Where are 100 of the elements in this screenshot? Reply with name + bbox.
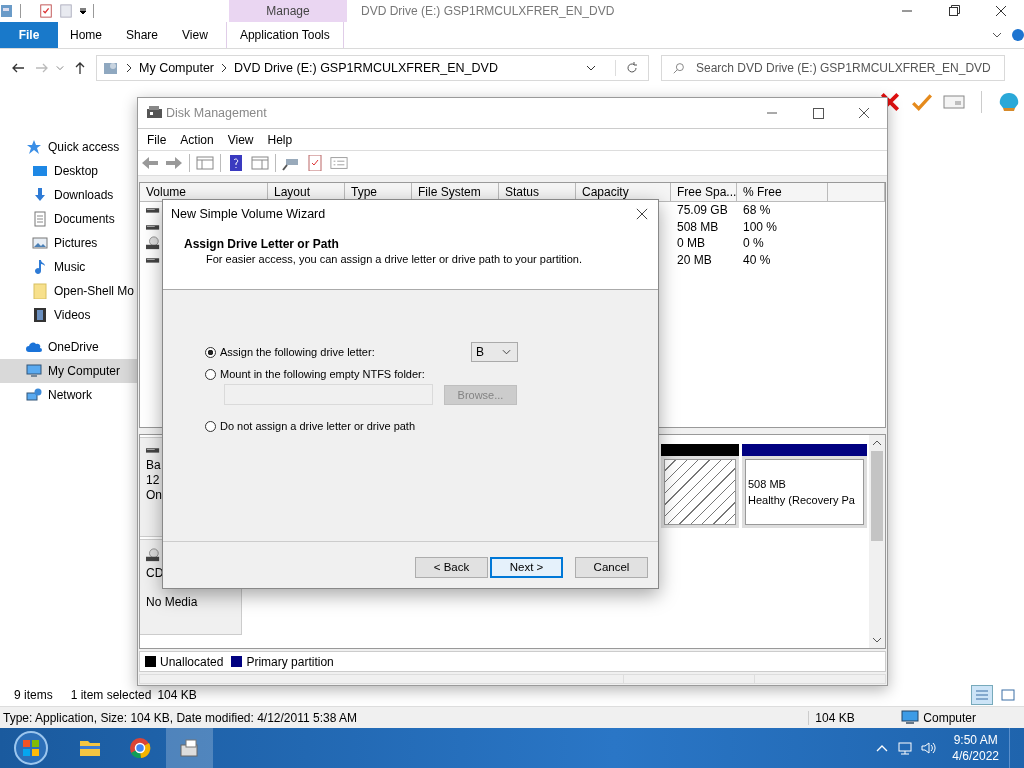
disk-label: 12 [146,473,161,488]
breadcrumb[interactable]: DVD Drive (E:) GSP1RMCULXFRER_EN_DVD [234,61,498,75]
nav-item[interactable]: OneDrive [0,335,137,359]
nav-item[interactable]: My Computer [0,359,137,383]
forward-arrow-icon[interactable] [165,155,183,171]
dialog-button[interactable]: Cancel [575,556,648,578]
nav-item[interactable]: Videos [0,303,137,327]
table-cell-text: 40 % [742,252,772,267]
radio-option[interactable]: Do not assign a drive letter or drive path [205,420,416,432]
table-cell-text: 508 MB [676,219,720,234]
table-cell-text: 0 MB [676,236,706,251]
disk-drive-icon [146,446,160,454]
disk-management-icon [147,106,163,120]
ribbon-tab[interactable]: View [170,22,220,48]
checklist-icon[interactable] [39,3,53,19]
drive-letter-dropdown[interactable]: B [471,342,518,362]
wizard-heading: Assign Drive Letter or Path [184,237,340,251]
column-header[interactable]: Volume [140,183,268,201]
star-icon [26,139,42,155]
scroll-up-icon[interactable] [872,440,882,446]
context-tab-group-label: Manage [229,0,347,22]
chevron-right-icon[interactable] [126,63,132,73]
start-button[interactable] [13,730,49,766]
ribbon-tab[interactable]: Share [114,22,171,48]
nav-item[interactable]: Network [0,383,137,407]
cd-drive-icon [146,548,160,562]
clock-date[interactable]: 4/6/2022 [952,748,999,764]
ribbon-tab[interactable]: Application Tools [225,22,344,48]
legend-label: Unallocated [160,654,224,669]
menu-item[interactable]: Action [180,132,214,147]
dialog-button[interactable]: Next > [490,556,563,578]
console-tree-icon[interactable] [196,155,214,171]
disk-label: On [146,488,163,503]
chevron-down-icon[interactable] [586,65,596,71]
checkmark-icon[interactable] [911,91,933,113]
column-header[interactable]: Free Spa... [671,183,737,201]
close-icon[interactable] [636,207,648,220]
nav-item[interactable]: Documents [0,207,137,231]
nav-item[interactable]: Quick access [0,135,137,159]
network-icon[interactable] [897,740,914,756]
legend-label: Primary partition [246,654,334,669]
window-title: Disk Management [166,106,267,120]
computer-icon [26,363,42,379]
clock-time[interactable]: 9:50 AM [953,732,998,748]
search-icon [672,61,686,75]
primary-partition[interactable]: 508 MB Healthy (Recovery Pa [742,444,867,528]
network-icon [26,387,42,403]
document-icon [32,211,48,227]
list-icon[interactable] [330,155,348,171]
search-field[interactable]: Search DVD Drive (E:) GSP1RMCULXFRER_EN_DVD [661,55,1005,81]
nav-item[interactable]: Pictures [0,231,137,255]
disk-label: No Media [146,595,199,610]
large-icons-view-icon[interactable] [998,686,1018,704]
ribbon-tab[interactable]: Home [58,22,114,48]
selection-size: 104 KB [157,688,197,702]
nav-item[interactable]: Desktop [0,159,137,183]
desktop-icon [32,163,48,179]
chevron-right-icon[interactable] [221,63,228,73]
picture-icon [32,235,48,251]
table-cell-text: 0 % [742,236,765,251]
folder-icon [32,283,48,299]
nav-item[interactable]: Downloads [0,183,137,207]
menu-item[interactable]: File [147,132,167,147]
column-header[interactable]: Capacity [576,183,671,201]
shell-icon[interactable] [998,91,1020,113]
drive-icon [103,60,119,76]
file-details: Type: Application, Size: 104 KB, Date modified: 4/12/2011 5:38 AM [3,710,357,725]
disk-drive-icon [146,206,160,215]
selection-count: 1 item selected [70,688,152,702]
drive-icon [0,3,14,19]
disk-drive-icon [146,255,160,264]
table-cell-text: 68 % [742,203,772,218]
table-cell-text: 20 MB [676,252,713,267]
cd-drive-icon [146,236,160,251]
volume-icon[interactable] [920,740,937,756]
dialog-button[interactable]: < Back [415,556,488,578]
address-bar[interactable]: My Computer DVD Drive (E:) GSP1RMCULXFRER_EN_DVD [96,55,649,81]
browser-icon [127,736,152,760]
menu-item[interactable]: View [227,132,254,147]
scrollbar[interactable] [869,435,885,648]
table-cell-text: 75.09 GB [676,203,729,218]
pane-view-icon[interactable] [251,155,269,171]
unallocated-partition[interactable] [661,444,739,528]
download-arrow-icon [32,187,48,203]
column-header[interactable]: % Free [737,183,828,201]
dialog-title: New Simple Volume Wizard [171,206,326,221]
radio-option[interactable]: Assign the following drive letter: [205,346,471,358]
nav-item[interactable]: Music [0,255,137,279]
radio-option[interactable]: Mount in the following empty NTFS folder: [205,368,425,380]
menu-item[interactable]: Help [267,132,293,147]
window-title: DVD Drive (E:) GSP1RMCULXFRER_EN_DVD [361,4,615,18]
taskbar-app[interactable] [166,728,213,768]
breadcrumb[interactable]: My Computer [139,61,215,75]
dropdown-icon[interactable] [79,7,87,15]
scroll-down-icon[interactable] [872,637,882,643]
checklist-icon[interactable] [306,155,324,171]
chevron-down-icon[interactable] [992,32,1002,38]
ribbon-tab[interactable]: File [0,22,58,48]
computer-icon [901,709,920,726]
nav-item[interactable]: Open-Shell Mo [0,279,137,303]
